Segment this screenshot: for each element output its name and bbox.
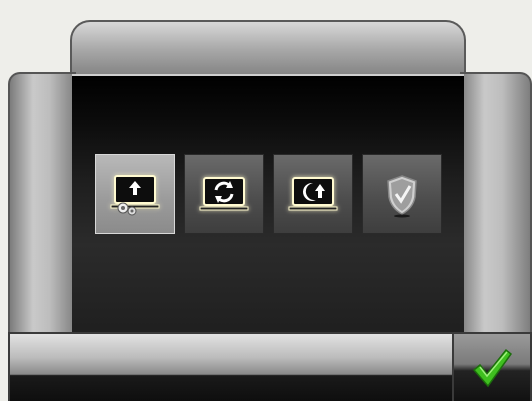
tile-shield[interactable] xyxy=(362,154,442,234)
left-side-panel xyxy=(8,72,76,340)
bottom-bar xyxy=(8,332,454,401)
screen-night-mode-icon xyxy=(288,177,338,211)
tile-screen-night[interactable] xyxy=(273,154,353,234)
screen-refresh-icon xyxy=(199,177,249,211)
top-tab xyxy=(70,20,466,82)
tile-screen-refresh[interactable] xyxy=(184,154,264,234)
checkmark-icon xyxy=(472,348,513,387)
screen-upload-icon xyxy=(110,175,160,216)
tile-screen-upload[interactable] xyxy=(95,154,175,234)
ok-button[interactable] xyxy=(452,332,532,401)
dialog-frame xyxy=(0,0,532,401)
shield-check-icon xyxy=(387,175,417,218)
right-side-panel xyxy=(460,72,532,340)
